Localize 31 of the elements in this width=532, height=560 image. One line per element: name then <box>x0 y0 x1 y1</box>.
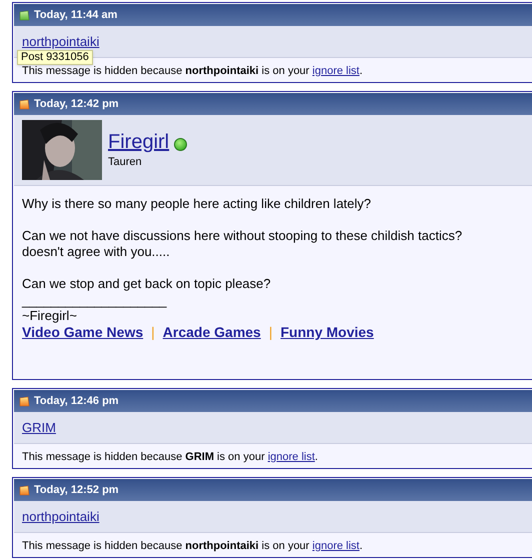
username-link[interactable]: northpointaiki <box>22 34 100 50</box>
signature-link[interactable]: Video Game News <box>22 324 144 340</box>
post-text: Can we stop and get back on topic please? <box>22 276 271 292</box>
signature-link[interactable]: Funny Movies <box>280 324 374 340</box>
signature-text: ~Firegirl~ <box>22 308 77 324</box>
link-separator: | <box>268 324 272 340</box>
post-text: doesn't agree with you..... <box>22 244 170 260</box>
username-link[interactable]: GRIM <box>22 420 56 436</box>
username-link[interactable]: Firegirl <box>108 130 170 154</box>
ignore-list-link[interactable]: ignore list <box>268 451 315 463</box>
ignore-list-link[interactable]: ignore list <box>312 65 360 77</box>
post-icon <box>19 484 30 496</box>
post-icon <box>19 10 30 20</box>
post-time: Today, 12:46 pm <box>34 394 119 409</box>
post-text: Can we not have discussions here without stooping to these childish tactics? <box>22 228 462 244</box>
post-time: Today, 12:52 pm <box>34 482 119 498</box>
hidden-notice: This message is hidden because northpointaiki is on your ignore list. <box>22 64 364 78</box>
post-icon <box>19 98 30 110</box>
user-rank: Tauren <box>108 154 143 170</box>
post-text: Why is there so many people here acting like children lately? <box>22 196 372 212</box>
username-link[interactable]: northpointaiki <box>22 509 100 525</box>
hidden-notice: This message is hidden because GRIM is on your ignore list. <box>22 450 319 464</box>
post-time: Today, 12:42 pm <box>34 96 119 112</box>
post-time: Today, 11:44 am <box>34 8 118 23</box>
signature-link[interactable]: Arcade Games <box>162 324 261 340</box>
tooltip: Post 9331056 <box>17 50 93 65</box>
hidden-notice: This message is hidden because northpointaiki is on your ignore list. <box>22 539 364 553</box>
signature-rule: ____________________ <box>22 294 167 308</box>
link-separator: | <box>151 324 155 340</box>
post-icon <box>19 396 30 406</box>
ignore-list-link[interactable]: ignore list <box>312 540 360 552</box>
